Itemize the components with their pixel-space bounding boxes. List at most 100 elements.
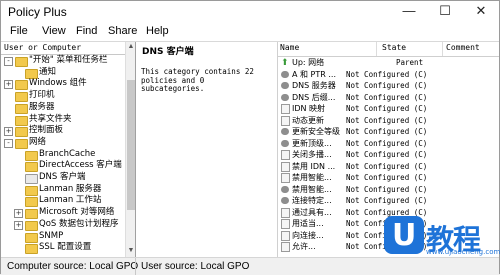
app-window: Policy Plus — ☐ ✕ File View Find Share H… <box>0 0 500 275</box>
expand-icon[interactable]: + <box>14 209 23 219</box>
policy-row[interactable]: 更新安全等级 Not Configured (C) <box>278 126 499 137</box>
tree-item[interactable]: 服务器 <box>1 101 125 114</box>
tree-item-label: SSL 配置设置 <box>39 242 92 253</box>
tree-item[interactable]: SSL 配置设置 <box>1 242 125 255</box>
policy-state: Not Configured (C) <box>346 81 428 90</box>
watermark-url: www.ujiaocheng.com <box>426 248 500 256</box>
tree-item[interactable]: Lanman 服务器 <box>1 183 125 196</box>
policy-doc-icon <box>281 207 290 218</box>
folder-icon <box>25 244 38 255</box>
policy-row[interactable]: 更新顶级... Not Configured (C) <box>278 138 499 149</box>
column-state[interactable]: State <box>382 43 406 52</box>
folder-icon <box>15 57 28 67</box>
tree-item[interactable]: DNS 客户端 <box>1 172 125 184</box>
tree-item[interactable]: 通知 <box>1 67 125 79</box>
tree-item[interactable]: + 控制面板 <box>1 125 125 138</box>
policy-row[interactable]: 连接特定... Not Configured (C) <box>278 195 499 206</box>
tree-item[interactable]: BranchCache <box>1 149 125 161</box>
policy-name: 连接特定... <box>292 196 332 205</box>
menu-view[interactable]: View <box>42 25 66 37</box>
scroll-up-icon[interactable]: ▲ <box>126 42 135 52</box>
context-dropdown-value: User or Computer <box>4 43 82 52</box>
policy-state: Not Configured (C) <box>346 115 428 125</box>
folder-icon <box>15 92 28 103</box>
menu-file[interactable]: File <box>10 25 28 37</box>
tree-item[interactable]: 打印机 <box>1 90 125 103</box>
watermark-logo: U 教程 www.ujiaocheng.com <box>384 214 500 256</box>
policy-name: 禁用智能... <box>292 184 332 194</box>
policy-icon <box>281 70 289 78</box>
up-row[interactable]: ⬆ Up: 网络 Parent <box>278 57 499 68</box>
policy-name: 允许... <box>292 242 316 251</box>
policy-doc-icon <box>281 115 290 126</box>
document-icon <box>25 174 38 184</box>
policy-name: A 和 PTR ... <box>292 69 336 79</box>
user-source-status: User source: Local GPO <box>141 261 250 272</box>
menu-help[interactable]: Help <box>146 25 169 37</box>
policy-state: Not Configured (C) <box>346 173 428 182</box>
policy-name: 更新安全等级 <box>292 127 340 136</box>
policy-row[interactable]: DNS 后缀... Not Configured (C) <box>278 92 499 103</box>
column-divider <box>376 42 377 56</box>
policy-row[interactable]: 动态更新 Not Configured (C) <box>278 115 499 126</box>
policy-name: 禁用智能... <box>292 173 332 182</box>
tree-item[interactable]: Lanman 工作站 <box>1 195 125 208</box>
context-dropdown[interactable]: User or Computer ▼ <box>1 42 133 55</box>
tree-scrollbar[interactable]: ▲ ▼ <box>125 42 135 257</box>
tree-item[interactable]: - "开始" 菜单和任务栏 <box>1 55 125 67</box>
tree-item-label: Lanman 工作站 <box>39 195 102 206</box>
policy-icon <box>281 128 289 135</box>
tree-item[interactable]: + QoS 数据包计划程序 <box>1 219 125 231</box>
tree-item[interactable]: + Microsoft 对等网络 <box>1 207 125 220</box>
policy-state: Not Configured (C) <box>346 69 428 79</box>
policy-state: Parent <box>396 58 424 67</box>
policy-row[interactable]: 关闭多播... Not Configured (C) <box>278 149 499 160</box>
expand-icon[interactable]: + <box>4 80 13 90</box>
policy-row[interactable]: 禁用 IDN ... Not Configured (C) <box>278 161 499 172</box>
policy-name: 动态更新 <box>292 115 324 125</box>
policy-row[interactable]: IDN 映射 Not Configured (C) <box>278 103 499 114</box>
maximize-button[interactable]: ☐ <box>427 1 463 23</box>
tree-item-label: 服务器 <box>29 101 55 112</box>
category-description: This category contains 22 policies and 0… <box>141 67 254 93</box>
tree-item-label: 网络 <box>29 136 47 147</box>
collapse-icon[interactable]: - <box>4 138 13 148</box>
policy-state: Not Configured (C) <box>346 138 428 148</box>
close-button[interactable]: ✕ <box>463 1 499 23</box>
tree-item-label: Microsoft 对等网络 <box>39 207 115 218</box>
minimize-button[interactable]: — <box>391 1 427 23</box>
policy-row[interactable]: DNS 服务器 Not Configured (C) <box>278 80 499 91</box>
expand-icon[interactable]: + <box>4 127 13 137</box>
tree-item[interactable]: SNMP <box>1 231 125 243</box>
menu-share[interactable]: Share <box>108 25 137 37</box>
scroll-down-icon[interactable]: ▼ <box>126 246 135 256</box>
tree-item[interactable]: + Windows 组件 <box>1 78 125 91</box>
column-name[interactable]: Name <box>280 43 299 52</box>
tree-item-label: DNS 客户端 <box>39 172 86 182</box>
up-arrow-icon: ⬆ <box>281 57 289 67</box>
tree-item-label: Windows 组件 <box>29 78 87 89</box>
policy-state: Not Configured (C) <box>346 184 428 194</box>
tree-item[interactable]: 共享文件夹 <box>1 114 125 126</box>
expand-icon[interactable]: + <box>14 220 23 230</box>
policy-doc-icon <box>281 242 290 252</box>
policy-state: Not Configured (C) <box>346 104 428 113</box>
policy-icon <box>281 197 289 204</box>
tree-item[interactable]: DirectAccess 客户端 <box>1 160 125 173</box>
tree-item-label: DirectAccess 客户端 <box>39 160 122 171</box>
tree-item-label: Lanman 服务器 <box>39 183 102 194</box>
policy-doc-icon <box>281 161 290 172</box>
policy-name: Up: 网络 <box>292 58 325 67</box>
tree-item[interactable]: - 网络 <box>1 136 125 149</box>
column-comment[interactable]: Comment <box>446 43 480 52</box>
policy-row[interactable]: A 和 PTR ... Not Configured (C) <box>278 69 499 80</box>
collapse-icon[interactable]: - <box>4 57 13 66</box>
policy-icon <box>281 93 289 101</box>
window-title: Policy Plus <box>8 5 67 19</box>
policy-row[interactable]: 禁用智能... Not Configured (C) <box>278 184 499 195</box>
tree-scroll-thumb[interactable] <box>127 80 135 210</box>
policy-icon <box>281 139 289 147</box>
policy-row[interactable]: 禁用智能... Not Configured (C) <box>278 172 499 183</box>
menu-find[interactable]: Find <box>76 25 97 37</box>
policy-name: 禁用 IDN ... <box>292 161 336 171</box>
